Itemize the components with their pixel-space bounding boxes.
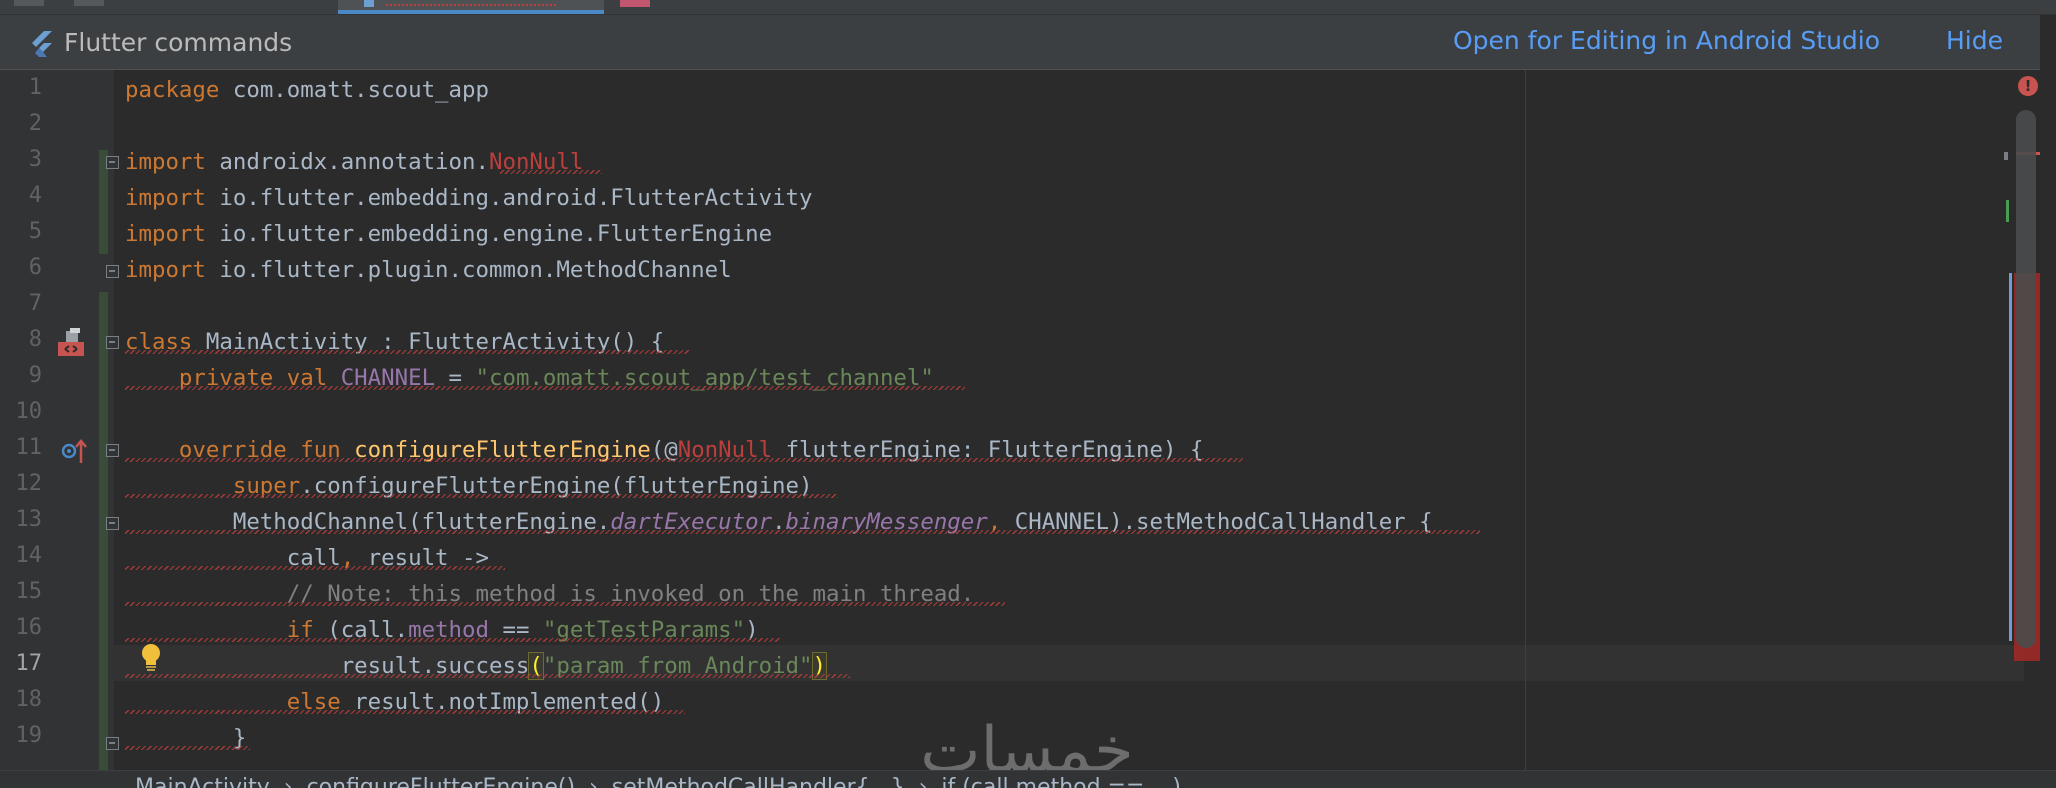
editor-tab-active[interactable] <box>338 0 604 14</box>
fold-marker[interactable] <box>106 336 119 349</box>
code-text: io.flutter.plugin.common.MethodChannel <box>205 257 732 283</box>
code-line-11[interactable]: override fun configureFlutterEngine(@Non… <box>125 432 1204 468</box>
code-line-9[interactable]: private val CHANNEL = "com.omatt.scout_a… <box>125 360 934 396</box>
error-underline <box>500 170 602 174</box>
line-number[interactable]: 11 <box>0 430 43 466</box>
line-number[interactable]: 19 <box>0 718 43 754</box>
code-text: com.omatt.scout_app <box>219 77 489 103</box>
ide-window: Flutter commands Open for Editing in And… <box>0 0 2056 788</box>
vcs-stripe-marker[interactable] <box>2006 200 2009 222</box>
keyword: import <box>125 185 206 211</box>
code-line-16[interactable]: if (call.method == "getTestParams") <box>125 612 759 648</box>
flutter-icon <box>32 31 52 57</box>
banner-title: Flutter commands <box>64 28 293 57</box>
keyword: import <box>125 221 206 247</box>
code-line-3[interactable]: import androidx.annotation.NonNull <box>125 144 583 180</box>
line-number[interactable]: 2 <box>0 106 42 142</box>
error-underline <box>125 638 780 642</box>
code-line-14[interactable]: call, result -> <box>125 540 489 576</box>
code-line-17[interactable]: result.success("param from Android") <box>125 648 828 684</box>
line-number[interactable]: 9 <box>0 358 42 394</box>
error-underline <box>125 602 1005 606</box>
line-number[interactable]: 7 <box>0 286 42 322</box>
fold-marker[interactable] <box>106 265 119 278</box>
editor-tab-strip <box>0 0 2056 15</box>
kotlin-file-icon <box>364 0 374 7</box>
line-number[interactable]: 13 <box>0 502 43 538</box>
line-number[interactable]: 3 <box>0 142 42 178</box>
code-line-13[interactable]: MethodChannel(flutterEngine.dartExecutor… <box>125 504 1433 540</box>
editor-tab[interactable] <box>14 0 44 14</box>
code-line-12[interactable]: super.configureFlutterEngine(flutterEngi… <box>125 468 813 504</box>
error-underline <box>125 674 850 678</box>
code-text: io.flutter.embedding.engine.FlutterEngin… <box>205 221 773 247</box>
line-number[interactable]: 15 <box>0 574 43 610</box>
line-number[interactable]: 12 <box>0 466 43 502</box>
flutter-commands-banner: Flutter commands Open for Editing in And… <box>0 15 2040 70</box>
line-number[interactable]: 6 <box>0 250 42 286</box>
code-line-15[interactable]: // Note: this method is invoked on the m… <box>125 576 975 612</box>
line-number[interactable]: 4 <box>0 178 42 214</box>
code-text: io.flutter.embedding.android.FlutterActi… <box>205 185 813 211</box>
line-number[interactable]: 14 <box>0 538 43 574</box>
keyword: import <box>125 257 206 283</box>
editor-gutter[interactable]: 1 2 3 4 5 6 7 8 9 10 11 12 13 14 15 16 17 18 19 <box>0 70 160 788</box>
line-number[interactable]: 16 <box>0 610 43 646</box>
error-underline <box>125 494 838 498</box>
code-line-1[interactable]: package com.omatt.scout_app <box>125 72 489 108</box>
line-number[interactable]: 18 <box>0 682 43 718</box>
file-icon <box>620 0 650 7</box>
stripe-marker[interactable] <box>2004 152 2008 160</box>
fold-marker[interactable] <box>106 156 119 169</box>
fold-marker[interactable] <box>106 737 119 750</box>
editor-tab[interactable] <box>74 0 104 14</box>
vcs-stripe-range <box>2009 273 2012 641</box>
breadcrumb[interactable]: MainActivity › configureFlutterEngine() … <box>135 775 1181 788</box>
line-number[interactable]: 8 <box>0 322 42 358</box>
code-editor[interactable]: 1 2 3 4 5 6 7 8 9 10 11 12 13 14 15 16 17 18 19 <box>0 70 2056 788</box>
fold-marker[interactable] <box>106 444 119 457</box>
vertical-scrollbar-thumb[interactable] <box>2016 110 2036 648</box>
code-line-19[interactable]: } <box>125 720 246 756</box>
code-line-4[interactable]: import io.flutter.embedding.android.Flut… <box>125 180 813 216</box>
code-line-8[interactable]: class MainActivity : FlutterActivity() { <box>125 324 664 360</box>
hide-banner-link[interactable]: Hide <box>1946 26 2003 55</box>
override-icon[interactable] <box>60 437 88 465</box>
line-number[interactable]: 10 <box>0 394 43 430</box>
class-run-icon[interactable] <box>56 328 86 358</box>
error-underline <box>125 350 690 354</box>
error-underline <box>125 458 1243 462</box>
error-underline <box>125 530 1480 534</box>
fold-marker[interactable] <box>106 517 119 530</box>
keyword: import <box>125 149 206 175</box>
code-line-18[interactable]: else result.notImplemented() <box>125 684 664 720</box>
error-underline <box>125 386 965 390</box>
code-line-5[interactable]: import io.flutter.embedding.engine.Flutt… <box>125 216 772 252</box>
line-number[interactable]: 5 <box>0 214 42 250</box>
line-number[interactable]: 1 <box>0 70 42 106</box>
code-line-6[interactable]: import io.flutter.plugin.common.MethodCh… <box>125 252 732 288</box>
right-margin-guide <box>1525 70 1526 788</box>
error-icon[interactable]: ! <box>2018 76 2038 96</box>
line-number[interactable]: 17 <box>0 646 43 682</box>
error-underline <box>125 710 685 714</box>
error-underline <box>125 566 505 570</box>
keyword: package <box>125 77 220 103</box>
code-text: androidx.annotation. <box>205 149 489 175</box>
editor-tab[interactable] <box>620 0 650 14</box>
vcs-change-marker[interactable] <box>99 292 108 788</box>
open-in-android-studio-link[interactable]: Open for Editing in Android Studio <box>1453 26 1880 55</box>
breadcrumb-bar: MainActivity › configureFlutterEngine() … <box>0 770 2056 788</box>
error-underline <box>125 746 250 750</box>
